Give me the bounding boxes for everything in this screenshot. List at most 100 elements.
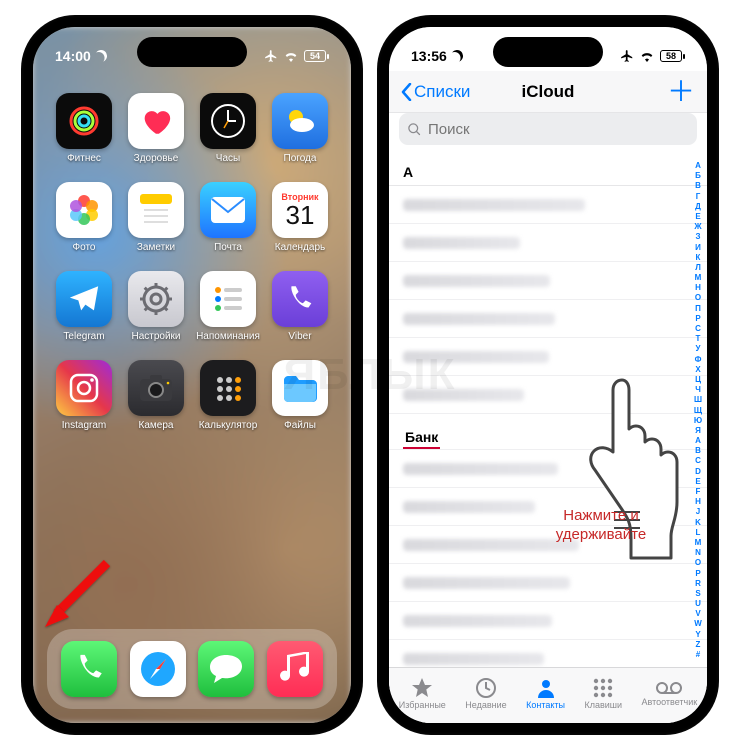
app-settings[interactable]: Настройки — [123, 271, 189, 342]
index-letter[interactable]: K — [695, 518, 701, 527]
index-letter[interactable]: B — [695, 446, 701, 455]
index-letter[interactable]: N — [695, 548, 701, 557]
star-icon — [410, 677, 434, 699]
index-letter[interactable]: К — [696, 253, 701, 262]
app-label: Фитнес — [67, 153, 101, 164]
index-letter[interactable]: H — [695, 497, 701, 506]
index-letter[interactable]: J — [696, 507, 700, 516]
airplane-icon — [264, 49, 278, 63]
tab-person[interactable]: Контакты — [526, 677, 565, 710]
app-notes[interactable]: Заметки — [123, 182, 189, 253]
app-reminders[interactable]: Напоминания — [195, 271, 261, 342]
index-letter[interactable]: E — [695, 477, 700, 486]
index-letter[interactable]: З — [695, 232, 700, 241]
index-letter[interactable]: Y — [695, 630, 700, 639]
wifi-icon — [639, 50, 655, 62]
index-letter[interactable]: W — [694, 619, 702, 628]
index-letter[interactable]: М — [695, 273, 702, 282]
status-time: 14:00 — [55, 48, 91, 64]
index-letter[interactable]: P — [695, 569, 700, 578]
index-letter[interactable]: В — [695, 181, 701, 190]
app-weather[interactable]: Погода — [267, 93, 333, 164]
index-letter[interactable]: А — [695, 161, 701, 170]
contact-row[interactable] — [389, 338, 707, 376]
clock2-icon — [475, 677, 497, 699]
app-label: Часы — [216, 153, 240, 164]
index-letter[interactable]: Щ — [694, 406, 702, 415]
index-letter[interactable]: Д — [695, 202, 701, 211]
app-fitness[interactable]: Фитнес — [51, 93, 117, 164]
index-letter[interactable]: O — [695, 558, 701, 567]
dock-safari[interactable] — [130, 641, 186, 697]
index-letter[interactable]: О — [695, 293, 701, 302]
index-letter[interactable]: Г — [696, 192, 701, 201]
index-letter[interactable]: Т — [696, 334, 701, 343]
app-calendar[interactable]: Вторник31 Календарь — [267, 182, 333, 253]
index-letter[interactable]: Л — [695, 263, 701, 272]
person-icon — [535, 677, 557, 699]
app-label: Напоминания — [196, 331, 260, 342]
index-letter[interactable]: Ю — [694, 416, 702, 425]
dock-messages[interactable] — [198, 641, 254, 697]
index-letter[interactable]: Ф — [695, 355, 702, 364]
app-instagram[interactable]: Instagram — [51, 360, 117, 431]
index-letter[interactable]: M — [695, 538, 702, 547]
app-viber[interactable]: Viber — [267, 271, 333, 342]
tab-star[interactable]: Избранные — [399, 677, 446, 710]
index-letter[interactable]: C — [695, 456, 701, 465]
dock-music[interactable] — [267, 641, 323, 697]
alphabet-index[interactable]: АБВГДЕЖЗИКЛМНОПРСТУФХЦЧШЩЮЯABCDEFHJKLMNO… — [691, 157, 705, 663]
index-letter[interactable]: Е — [695, 212, 700, 221]
index-letter[interactable]: П — [695, 304, 701, 313]
index-letter[interactable]: Ш — [694, 395, 702, 404]
index-letter[interactable]: Ж — [694, 222, 701, 231]
app-telegram[interactable]: Telegram — [51, 271, 117, 342]
index-letter[interactable]: F — [696, 487, 701, 496]
tutorial-arrow-icon — [39, 555, 119, 635]
tab-keypad[interactable]: Клавиши — [584, 677, 622, 710]
contact-row[interactable] — [389, 186, 707, 224]
app-mail[interactable]: Почта — [195, 182, 261, 253]
index-letter[interactable]: Ч — [695, 385, 701, 394]
contact-row[interactable] — [389, 564, 707, 602]
dock-phone[interactable] — [61, 641, 117, 697]
search-input[interactable] — [428, 121, 689, 138]
app-label: Календарь — [275, 242, 325, 253]
index-letter[interactable]: Z — [696, 640, 701, 649]
index-letter[interactable]: U — [695, 599, 701, 608]
index-letter[interactable]: С — [695, 324, 701, 333]
index-letter[interactable]: V — [695, 609, 700, 618]
index-letter[interactable]: Х — [695, 365, 700, 374]
tab-clock2[interactable]: Недавние — [465, 677, 506, 710]
contact-row[interactable] — [389, 224, 707, 262]
contact-row[interactable] — [389, 300, 707, 338]
app-camera[interactable]: Камера — [123, 360, 189, 431]
index-letter[interactable]: И — [695, 243, 701, 252]
index-letter[interactable]: Р — [695, 314, 700, 323]
index-letter[interactable]: R — [695, 579, 701, 588]
app-photos[interactable]: Фото — [51, 182, 117, 253]
search-field[interactable] — [399, 113, 697, 145]
index-letter[interactable]: A — [695, 436, 701, 445]
app-label: Настройки — [131, 331, 180, 342]
app-label: Фото — [73, 242, 96, 253]
index-letter[interactable]: Я — [695, 426, 701, 435]
index-letter[interactable]: L — [696, 528, 701, 537]
app-clock[interactable]: Часы — [195, 93, 261, 164]
contact-row[interactable] — [389, 602, 707, 640]
index-letter[interactable]: S — [695, 589, 700, 598]
index-letter[interactable]: Ц — [695, 375, 701, 384]
tab-label: Недавние — [465, 700, 506, 710]
index-letter[interactable]: # — [696, 650, 700, 659]
index-letter[interactable]: У — [696, 344, 701, 353]
contact-row[interactable] — [389, 640, 707, 667]
app-files[interactable]: Файлы — [267, 360, 333, 431]
app-health[interactable]: Здоровье — [123, 93, 189, 164]
app-calc[interactable]: Калькулятор — [195, 360, 261, 431]
index-letter[interactable]: Н — [695, 283, 701, 292]
index-letter[interactable]: Б — [695, 171, 701, 180]
contact-row[interactable] — [389, 262, 707, 300]
index-letter[interactable]: D — [695, 467, 701, 476]
voicemail-icon — [655, 680, 683, 696]
tab-voicemail[interactable]: Автоответчик — [641, 680, 697, 707]
